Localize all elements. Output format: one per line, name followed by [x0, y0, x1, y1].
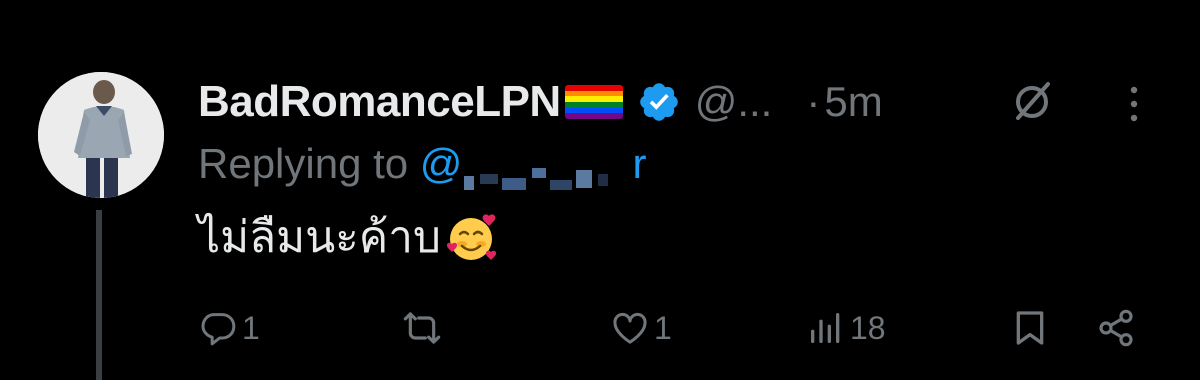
- timestamp[interactable]: 5m: [824, 78, 882, 126]
- like-count: 1: [654, 309, 672, 346]
- tweet-body: ไม่ลืมนะค้าบ: [198, 213, 441, 262]
- share-icon: [1099, 309, 1133, 347]
- more-options-icon[interactable]: [1124, 84, 1144, 124]
- tweet-header: BadRomanceLPN @... · 5m: [198, 74, 883, 130]
- views-button[interactable]: 18: [806, 300, 886, 356]
- replying-to: Replying to @ r: [198, 140, 646, 190]
- verified-badge-icon[interactable]: [637, 80, 681, 124]
- separator-dot: ·: [806, 78, 821, 125]
- profile-photo: [38, 72, 164, 198]
- grok-icon[interactable]: [1010, 80, 1054, 124]
- action-bar: 1 1 18: [0, 300, 1200, 356]
- display-name[interactable]: BadRomanceLPN: [198, 77, 561, 127]
- share-button[interactable]: [1096, 300, 1136, 356]
- tweet-text: ไม่ลืมนะค้าบ: [198, 202, 499, 272]
- bookmark-button[interactable]: [1010, 300, 1050, 356]
- retweet-icon: [403, 312, 441, 344]
- replying-mention[interactable]: @ r: [420, 140, 646, 190]
- rainbow-flag-icon: [564, 85, 623, 119]
- avatar[interactable]: [38, 72, 164, 198]
- redacted-handle: [462, 154, 632, 190]
- replying-label: Replying to: [198, 140, 409, 187]
- reply-button[interactable]: 1: [198, 300, 260, 356]
- heart-icon: [613, 312, 647, 344]
- handle[interactable]: @...: [695, 78, 773, 126]
- reply-icon: [201, 313, 236, 346]
- views-count: 18: [850, 309, 886, 346]
- bookmark-icon: [1016, 311, 1044, 345]
- smiling-face-with-hearts-icon: [446, 214, 496, 260]
- reply-count: 1: [242, 309, 260, 346]
- like-button[interactable]: 1: [610, 300, 672, 356]
- analytics-icon: [811, 313, 840, 343]
- retweet-button[interactable]: [402, 300, 446, 356]
